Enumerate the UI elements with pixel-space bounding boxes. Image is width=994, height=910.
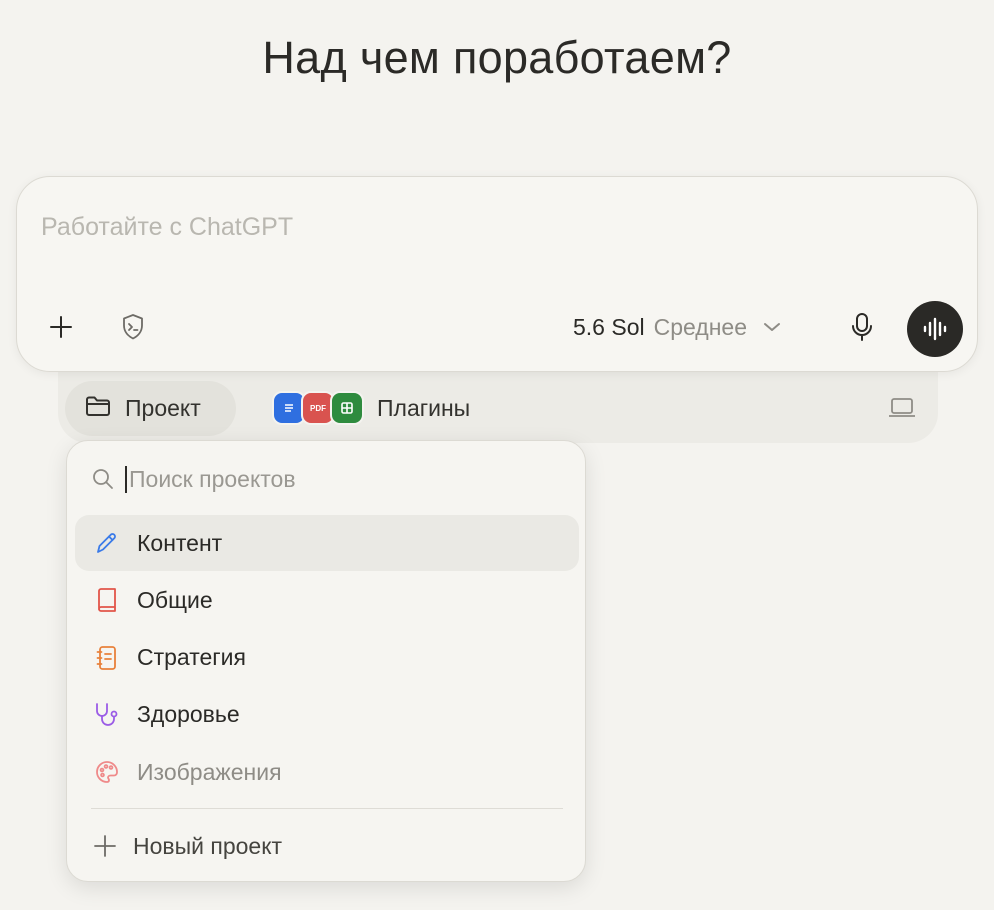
project-item-label: Общие [137,586,213,613]
prompt-input[interactable] [41,207,941,247]
model-selector[interactable]: 5.6 Sol Среднее [573,309,782,345]
project-item-health[interactable]: Здоровье [75,687,579,743]
plugins-button-label: Плагины [377,394,471,421]
project-search [91,461,561,497]
model-name: 5.6 Sol [573,313,645,340]
pencil-icon [93,529,121,557]
palette-icon [93,758,121,786]
project-item-label: Стратегия [137,644,246,671]
plus-icon [50,316,72,338]
project-button[interactable]: Проект [65,381,236,436]
project-item-label: Изображения [137,758,282,785]
page-title: Над чем поработаем? [262,32,732,83]
project-list: Контент Общие Стратегия Здоровье Изображ… [75,515,579,801]
project-button-label: Проект [125,395,201,421]
folder-icon [85,395,111,423]
new-project-label: Новый проект [133,832,283,859]
plus-icon [94,835,116,857]
voice-mode-button[interactable] [907,301,963,357]
search-icon [93,469,113,489]
add-attachment-button[interactable] [43,309,79,345]
new-project-button[interactable]: Новый проект [93,821,282,871]
project-item-content[interactable]: Контент [75,515,579,571]
project-item-general[interactable]: Общие [75,572,579,628]
plugins-button[interactable]: PDF Плагины [272,388,470,428]
microphone-icon [852,313,872,341]
sheets-icon [330,391,364,425]
chat-home: Над чем поработаем? Проект PDF Плагины Р… [0,0,994,910]
notebook-icon [93,644,121,672]
project-item-label: Здоровье [137,701,240,728]
composer: 5.6 Sol Среднее [16,176,978,372]
project-item-strategy[interactable]: Стратегия [75,630,579,686]
plugin-icons: PDF [272,391,364,425]
divider [91,808,563,809]
book-icon [93,586,121,614]
stethoscope-icon [93,701,121,729]
microphone-button[interactable] [843,308,881,346]
project-search-input[interactable] [125,465,545,493]
pdf-badge-text: PDF [310,403,326,413]
laptop-icon[interactable] [886,394,918,422]
shield-icon [123,314,143,340]
project-dropdown: Контент Общие Стратегия [66,440,586,882]
model-mode: Среднее [653,313,748,340]
project-item-label: Контент [137,529,223,556]
chevron-down-icon [764,323,781,331]
tools-shield-button[interactable] [115,309,151,345]
waveform-icon [923,317,947,341]
project-item-images[interactable]: Изображения [75,744,579,800]
